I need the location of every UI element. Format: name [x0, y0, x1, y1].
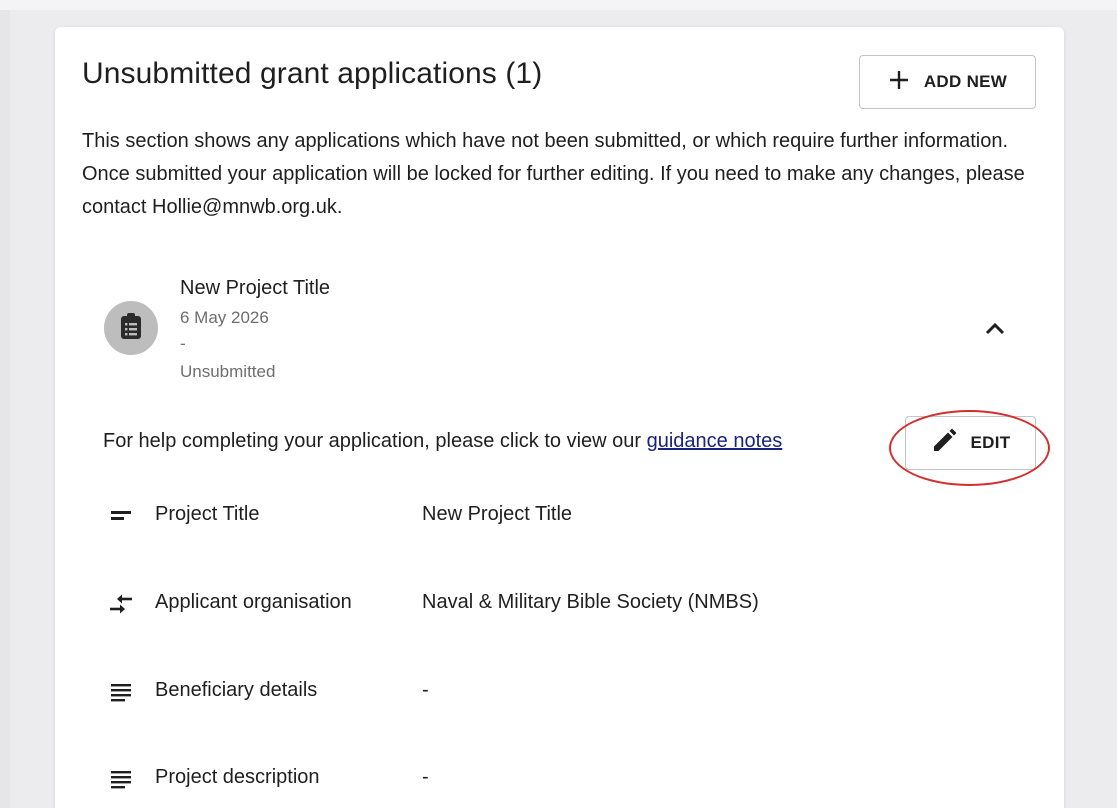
field-value: Naval & Military Bible Society (NMBS)	[422, 591, 759, 613]
help-text-prefix: For help completing your application, pl…	[103, 430, 647, 452]
page-top-bar	[0, 0, 1117, 10]
add-new-label: ADD NEW	[923, 72, 1008, 91]
application-avatar	[104, 301, 158, 355]
notes-icon	[107, 677, 135, 705]
notes-icon	[107, 764, 135, 792]
field-row-beneficiary-details	[107, 675, 135, 707]
section-intro: This section shows any applications whic…	[82, 130, 1025, 218]
section-title: Unsubmitted grant applications (1)	[82, 57, 543, 90]
plus-icon	[888, 69, 910, 96]
field-row-project-description	[107, 762, 135, 794]
field-label: Project Title	[155, 503, 260, 525]
unsubmitted-applications-card: Unsubmitted grant applications (1) ADD N…	[55, 27, 1064, 808]
edit-button[interactable]: EDIT	[905, 416, 1036, 470]
compare-arrows-icon	[107, 589, 135, 617]
field-label: Beneficiary details	[155, 679, 318, 701]
help-text: For help completing your application, pl…	[103, 430, 782, 453]
application-separator: -	[180, 334, 186, 353]
page-left-strip	[0, 10, 10, 808]
field-value: -	[422, 766, 429, 788]
collapse-button[interactable]	[979, 314, 1011, 346]
clipboard-list-icon	[120, 312, 142, 345]
field-row-project-title	[107, 499, 135, 531]
add-new-button[interactable]: ADD NEW	[859, 55, 1036, 109]
guidance-notes-link[interactable]: guidance notes	[647, 430, 783, 452]
application-title[interactable]: New Project Title	[180, 277, 330, 300]
application-date: 6 May 2026	[180, 308, 269, 327]
field-value: -	[422, 679, 429, 701]
field-row-applicant-organisation	[107, 587, 135, 619]
short-text-icon	[107, 501, 135, 529]
field-value: New Project Title	[422, 503, 573, 525]
application-status: Unsubmitted	[180, 362, 276, 381]
field-label: Project description	[155, 766, 320, 788]
pencil-icon	[931, 428, 957, 459]
field-label: Applicant organisation	[155, 591, 352, 613]
chevron-up-icon	[985, 321, 1005, 340]
edit-label: EDIT	[970, 433, 1011, 452]
